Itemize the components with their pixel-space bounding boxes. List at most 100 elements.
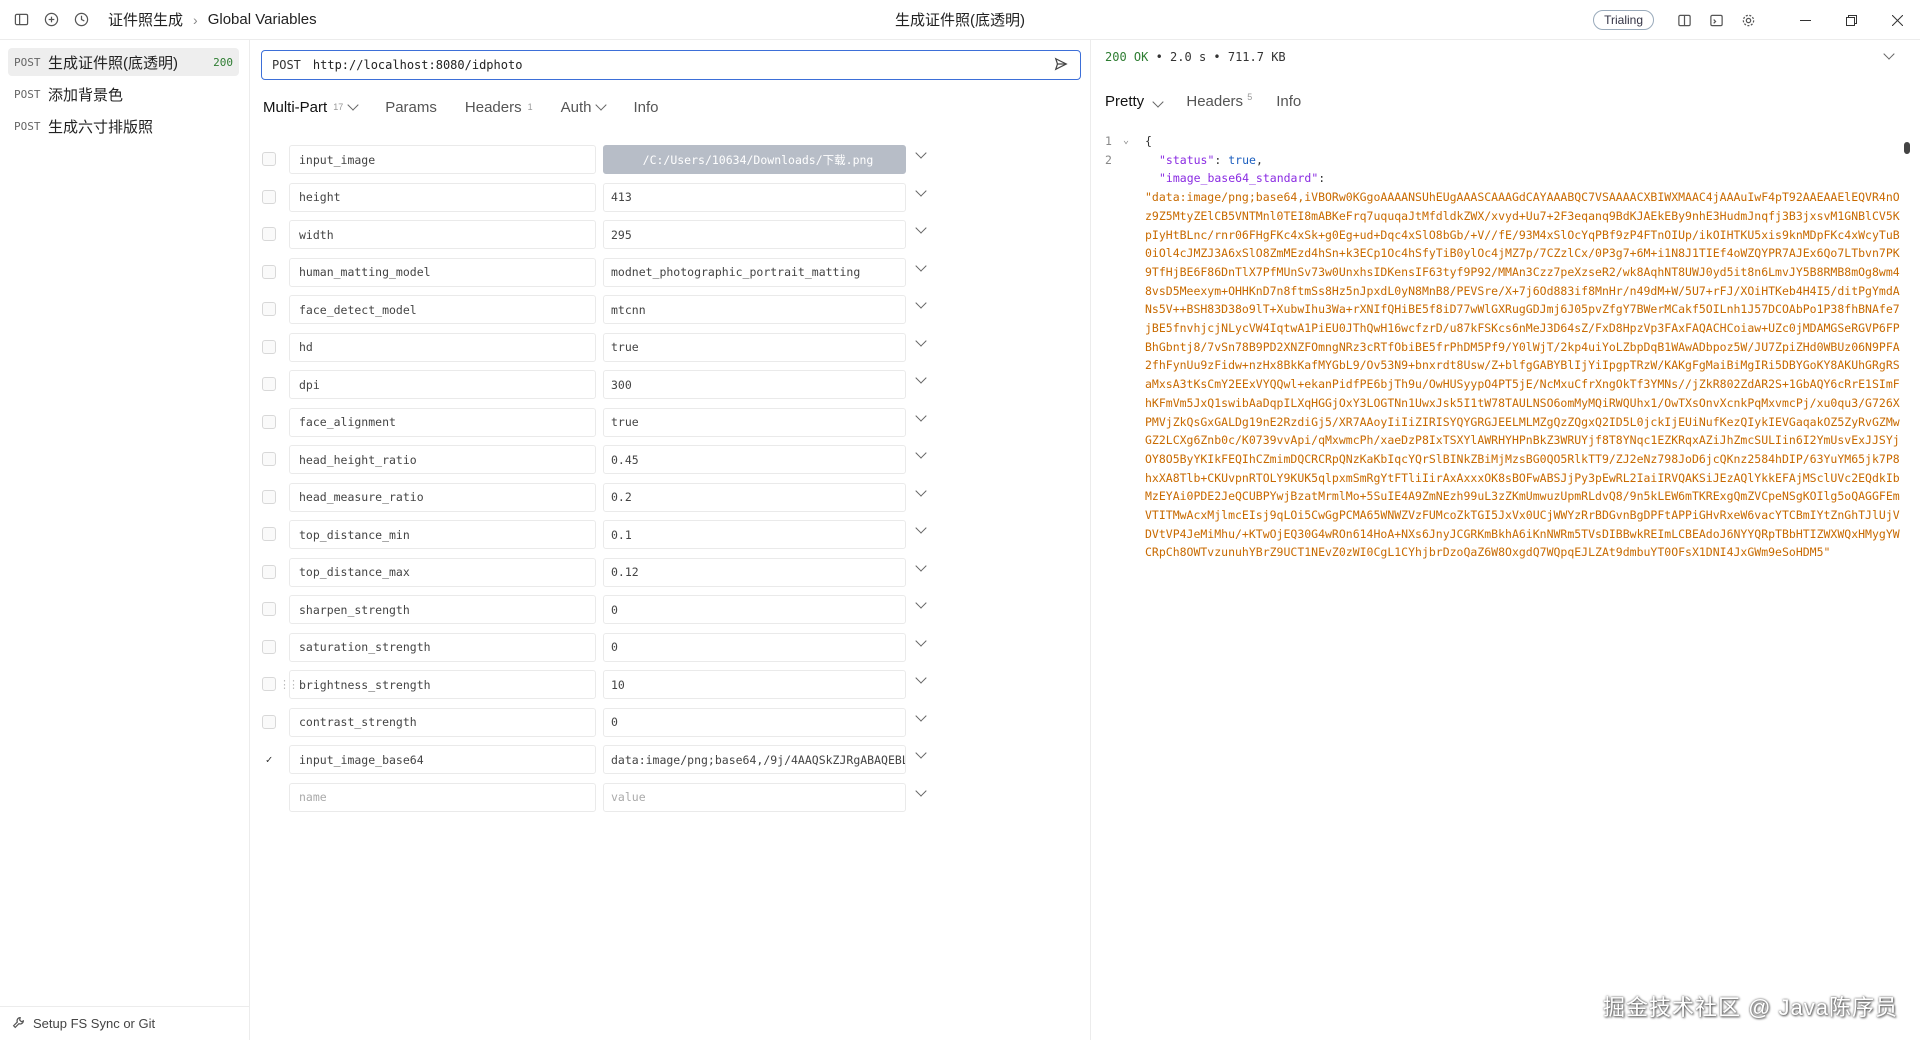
param-name-field[interactable]: top_distance_max [289,557,596,587]
chevron-down-icon[interactable] [915,522,927,534]
method-selector[interactable]: POST [272,58,301,72]
param-name-field[interactable]: input_image [289,145,596,174]
param-name-field[interactable]: face_alignment [289,407,596,437]
sync-setup-button[interactable]: Setup FS Sync or Git [0,1006,250,1040]
param-value-placeholder[interactable]: value [603,782,906,812]
layout-icon[interactable] [1676,12,1692,28]
trial-badge[interactable]: Trialing [1593,10,1654,30]
param-value-field[interactable]: 413 [603,182,906,212]
param-value-field[interactable]: 0 [603,707,906,737]
param-enabled-checkbox[interactable] [262,677,276,691]
tab-auth[interactable]: Auth [561,99,608,116]
param-name-field[interactable]: face_detect_model [289,295,596,324]
param-name-field[interactable]: hd [289,332,596,362]
param-enabled-checkbox[interactable] [262,639,276,654]
param-enabled-checkbox[interactable] [262,152,276,166]
history-icon[interactable] [72,11,90,29]
sidebar-item-layout-photo[interactable]: POST 生成六寸排版照 [8,112,239,140]
url-input[interactable]: http://localhost:8080/idphoto [313,58,1054,72]
param-enabled-checkbox[interactable] [262,714,276,729]
param-enabled-checkbox[interactable] [262,602,276,616]
restore-button[interactable] [1828,0,1874,40]
param-enabled-checkbox[interactable] [262,264,276,279]
param-value-field[interactable]: 0.45 [603,445,906,474]
tab-pretty[interactable]: Pretty [1105,93,1165,110]
param-value-field[interactable]: true [603,407,906,437]
settings-gear-icon[interactable] [1740,12,1756,28]
param-name-field[interactable]: head_height_ratio [289,445,596,474]
chevron-down-icon[interactable] [915,184,927,197]
param-name-field[interactable]: saturation_strength [289,632,596,662]
chevron-down-icon[interactable] [915,334,927,347]
param-name-field[interactable]: top_distance_min [289,520,596,549]
param-name-field[interactable]: height [289,182,596,212]
tab-response-info[interactable]: Info [1276,93,1301,110]
fold-chevron-icon[interactable]: ⌄ [1123,132,1129,151]
param-value-field[interactable]: modnet_photographic_portrait_matting [603,257,906,287]
param-name-field[interactable]: input_image_base64 [289,745,596,774]
param-value-field[interactable]: 0.1 [603,520,906,549]
param-enabled-checkbox[interactable] [262,189,276,204]
chevron-down-icon[interactable] [915,747,927,759]
breadcrumb-project[interactable]: 证件照生成 [108,9,183,30]
param-value-field[interactable]: 0 [603,595,906,624]
param-enabled-checkbox[interactable] [262,377,276,391]
param-name-field[interactable]: head_measure_ratio [289,482,596,512]
chevron-down-icon[interactable] [915,222,927,234]
chevron-down-icon[interactable] [915,597,927,609]
param-enabled-checkbox[interactable] [262,564,276,579]
param-enabled-checkbox[interactable] [262,302,276,316]
tab-params[interactable]: Params [385,99,437,116]
chevron-down-icon[interactable] [915,297,927,309]
param-name-field[interactable]: sharpen_strength [289,595,596,624]
sidebar-item-idphoto[interactable]: POST 生成证件照(底透明) 200 [8,48,239,76]
param-value-field[interactable]: true [603,332,906,362]
param-name-field[interactable]: human_matting_model [289,257,596,287]
param-file-value[interactable]: /C:/Users/10634/Downloads/下载.png [603,145,906,174]
chevron-down-icon[interactable] [915,259,927,272]
param-enabled-checkbox[interactable] [262,339,276,354]
param-enabled-checkbox[interactable] [262,452,276,466]
param-enabled-checkbox[interactable] [262,489,276,504]
chevron-down-icon[interactable] [915,409,927,422]
param-value-field[interactable]: 295 [603,220,906,249]
chevron-down-icon[interactable] [915,672,927,684]
param-name-field[interactable]: contrast_strength [289,707,596,737]
param-name-placeholder[interactable]: name [289,782,596,812]
param-name-field[interactable]: dpi [289,370,596,399]
sidebar-toggle-icon[interactable] [12,11,30,29]
breadcrumb-environment[interactable]: Global Variables [208,11,317,28]
param-enabled-checkbox[interactable] [262,414,276,429]
chevron-down-icon[interactable] [915,372,927,384]
chevron-down-icon[interactable] [915,634,927,647]
add-icon[interactable] [42,11,60,29]
param-enabled-checkbox[interactable] [262,527,276,541]
scrollbar-thumb[interactable] [1904,142,1910,154]
chevron-down-icon[interactable] [1883,48,1895,60]
param-value-field[interactable]: 0.12 [603,557,906,587]
tab-response-headers[interactable]: Headers 5 [1186,92,1252,110]
send-icon[interactable] [1054,57,1070,73]
minimize-button[interactable] [1782,0,1828,40]
response-body-viewer[interactable]: 1 ⌄ 2 { "status": true, "image_base64_st… [1091,132,1911,1040]
param-value-field[interactable]: mtcnn [603,295,906,324]
chevron-down-icon[interactable] [915,147,927,159]
param-value-field[interactable]: data:image/png;base64,/9j/4AAQSkZJRgABAQ… [603,745,906,774]
terminal-icon[interactable] [1708,12,1724,28]
param-value-field[interactable]: 300 [603,370,906,399]
url-bar[interactable]: POST http://localhost:8080/idphoto [261,50,1081,80]
tab-body[interactable]: Multi-Part 17 [263,99,359,116]
tab-info[interactable]: Info [633,99,658,116]
param-name-field[interactable]: brightness_strength [289,670,596,699]
chevron-down-icon[interactable] [915,559,927,572]
param-value-field[interactable]: 0.2 [603,482,906,512]
param-name-field[interactable]: width [289,220,596,249]
chevron-down-icon[interactable] [915,784,927,797]
chevron-down-icon[interactable] [915,447,927,459]
tab-headers[interactable]: Headers 1 [465,99,533,116]
param-value-field[interactable]: 0 [603,632,906,662]
chevron-down-icon[interactable] [915,484,927,497]
param-enabled-checkbox[interactable] [262,227,276,241]
param-value-field[interactable]: 10 [603,670,906,699]
chevron-down-icon[interactable] [915,709,927,722]
